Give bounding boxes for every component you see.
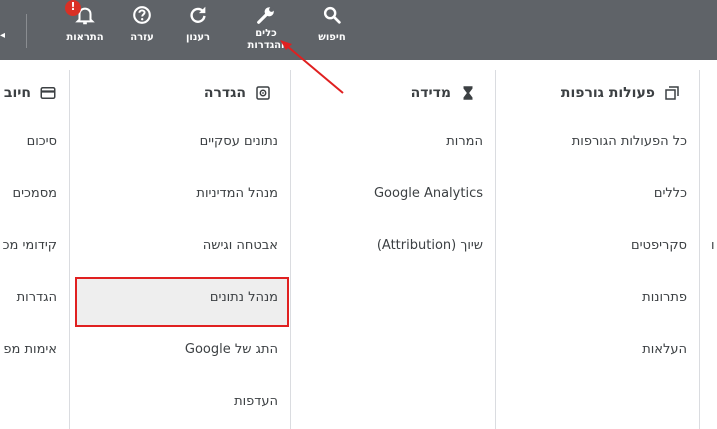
help-button-label: עזרה [130,32,154,43]
credit-card-icon [39,84,57,102]
menu-item-scripts[interactable]: סקריפטים [496,220,699,272]
tools-label-line1: כלים [255,28,277,39]
menu-item-verification[interactable]: אימות מפ [0,324,69,376]
menu-item-google-analytics[interactable]: Google Analytics [291,168,495,220]
menu-item-business-data[interactable]: נתונים עסקיים [70,116,290,168]
tools-settings-button[interactable]: כלים והגדרות [236,0,296,60]
help-icon [133,6,151,24]
menu-item-data-manager[interactable]: מנהל נתונים [70,272,290,324]
toolbar-edge-fragment: ◂ [0,30,6,41]
hourglass-icon [459,84,477,102]
menu-item-rules[interactable]: כללים [496,168,699,220]
bulk-actions-heading: פעולות גורפות [561,84,681,102]
refresh-icon [190,6,206,23]
search-button-label: חיפוש [318,32,346,43]
menu-item-solutions[interactable]: פתרונות [496,272,699,324]
measurement-column: מדידה המרות Google Analytics שיוך (Attri… [291,60,495,429]
bulk-actions-column: פעולות גורפות כל הפעולות הגורפות כללים ס… [496,60,699,429]
menu-item-promotions[interactable]: קידומי מכ [0,220,69,272]
help-button[interactable]: עזרה [120,0,164,60]
menu-item-billing-settings[interactable]: הגדרות [0,272,69,324]
menu-item-attribution[interactable]: שיוך (Attribution) [291,220,495,272]
top-toolbar: ◂ חיפוש כלים והגדרות רענון עזרה התראות ! [0,0,717,60]
menu-item-all-bulk-actions[interactable]: כל הפעולות הגורפות [496,116,699,168]
billing-title: חיוב [3,85,31,101]
column-divider [699,70,700,429]
toolbar-divider [26,14,27,48]
setup-title: הגדרה [203,85,246,101]
menu-item-summary[interactable]: סיכום [0,116,69,168]
billing-heading: חיוב [4,84,57,102]
menu-item-access-and-security[interactable]: אבטחה וגישה [70,220,290,272]
refresh-button[interactable]: רענון [176,0,220,60]
measurement-heading: מדידה [411,84,477,102]
billing-column: חיוב סיכום מסמכים קידומי מכ הגדרות אימות… [0,60,69,429]
menu-item-preferences[interactable]: העדפות [70,376,290,428]
wrench-icon [257,7,274,24]
measurement-title: מדידה [410,85,451,101]
search-button[interactable]: חיפוש [310,0,354,60]
notification-badge: ! [65,0,81,16]
menu-item-policy-manager[interactable]: מנהל המדיניות [70,168,290,220]
setup-icon [254,84,272,102]
search-icon [323,6,341,24]
setup-column: הגדרה נתונים עסקיים מנהל המדיניות אבטחה … [70,60,290,429]
offscreen-column-fragment: ו [711,238,715,253]
menu-item-documents[interactable]: מסמכים [0,168,69,220]
bulk-actions-title: פעולות גורפות [560,85,655,101]
tools-label-line2: והגדרות [247,40,285,51]
menu-item-conversions[interactable]: המרות [291,116,495,168]
menu-item-uploads[interactable]: העלאות [496,324,699,376]
setup-heading: הגדרה [204,84,272,102]
menu-item-google-tag[interactable]: התג של Google [70,324,290,376]
refresh-button-label: רענון [185,32,211,43]
notifications-button-label: התראות [66,32,104,43]
bulk-actions-icon [663,84,681,102]
